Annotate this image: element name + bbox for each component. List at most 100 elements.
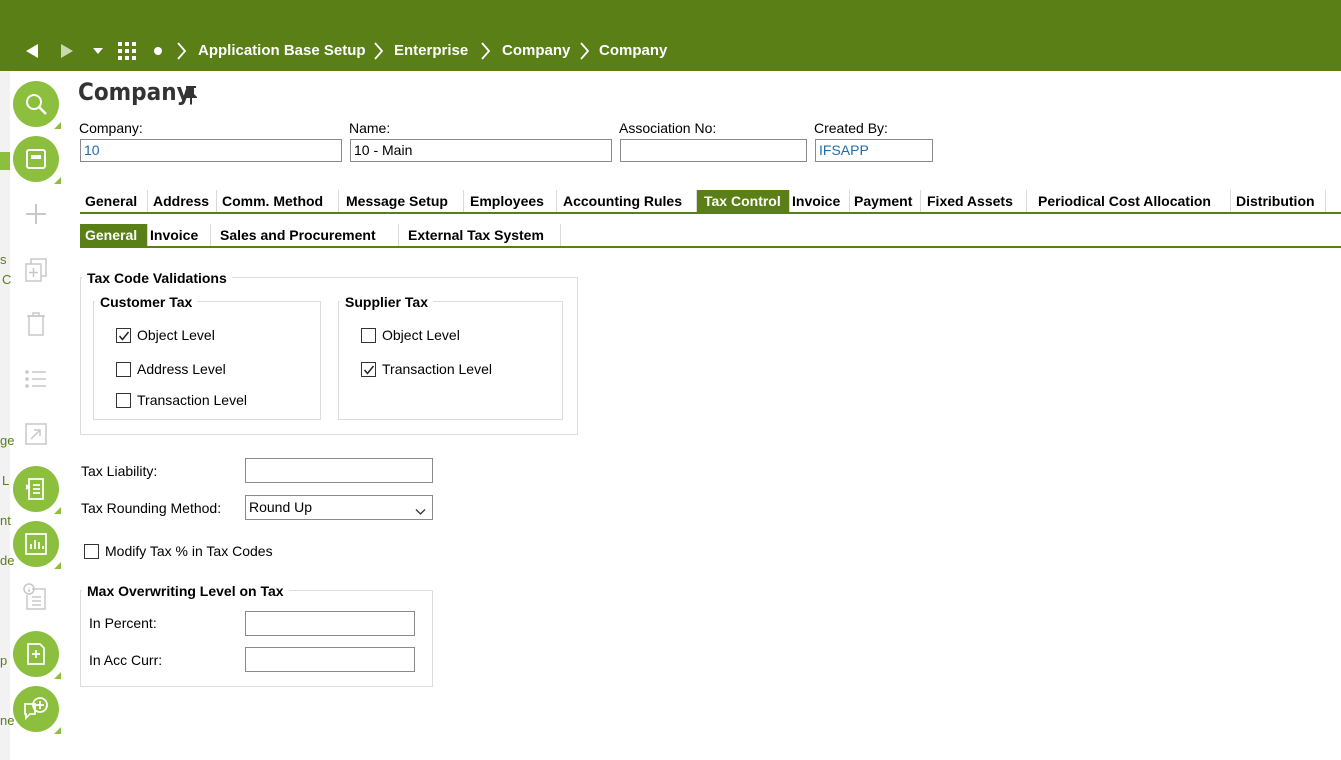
tab-payment[interactable]: Payment bbox=[850, 190, 921, 212]
supplier-tax-title: Supplier Tax bbox=[340, 294, 433, 310]
search-button[interactable] bbox=[13, 81, 61, 129]
details-button[interactable] bbox=[13, 466, 61, 514]
bar-chart-icon bbox=[25, 533, 47, 555]
association-no-label: Association No: bbox=[619, 120, 717, 136]
duplicate-button[interactable] bbox=[22, 256, 50, 284]
search-icon bbox=[26, 94, 47, 115]
chevron-right-icon bbox=[579, 42, 590, 65]
trash-icon bbox=[27, 312, 45, 336]
tab-employees[interactable]: Employees bbox=[464, 190, 557, 212]
tab-periodical-cost-allocation[interactable]: Periodical Cost Allocation bbox=[1027, 190, 1231, 212]
open-link-icon bbox=[25, 423, 47, 445]
cut-off-text: nt bbox=[0, 513, 11, 528]
add-document-icon bbox=[27, 643, 45, 665]
created-by-label: Created By: bbox=[814, 120, 888, 136]
customer-transaction-level-label: Transaction Level bbox=[137, 392, 247, 408]
apps-grid-icon[interactable] bbox=[117, 38, 137, 64]
pin-icon[interactable] bbox=[182, 85, 200, 108]
tax-rounding-method-select[interactable]: Round Up bbox=[245, 495, 433, 520]
chevron-right-icon bbox=[480, 42, 491, 65]
breadcrumb-item[interactable]: Company bbox=[502, 42, 570, 59]
tab-address[interactable]: Address bbox=[148, 190, 217, 212]
back-icon[interactable] bbox=[24, 38, 40, 64]
supplier-transaction-level-label: Transaction Level bbox=[382, 361, 492, 377]
max-overwriting-group bbox=[80, 590, 433, 687]
new-document-button[interactable] bbox=[13, 631, 61, 679]
open-link-button[interactable] bbox=[22, 420, 50, 448]
tab-underline bbox=[80, 212, 1341, 214]
in-acc-curr-field[interactable] bbox=[245, 647, 415, 672]
delete-button[interactable] bbox=[22, 310, 50, 338]
info-document-icon bbox=[23, 583, 46, 610]
tax-liability-field[interactable] bbox=[245, 458, 433, 483]
modify-tax-checkbox[interactable] bbox=[84, 544, 99, 559]
breadcrumb-item[interactable]: Company bbox=[599, 42, 667, 59]
company-label: Company: bbox=[79, 120, 143, 136]
chevron-right-icon bbox=[373, 42, 384, 65]
tab-accounting-rules[interactable]: Accounting Rules bbox=[557, 190, 697, 212]
company-field[interactable]: 10 bbox=[80, 139, 342, 162]
list-icon bbox=[25, 370, 46, 388]
tab-invoice[interactable]: Invoice bbox=[790, 190, 850, 212]
supplier-object-level-checkbox[interactable] bbox=[361, 328, 376, 343]
tax-liability-label: Tax Liability: bbox=[81, 463, 158, 479]
created-by-field[interactable]: IFSAPP bbox=[815, 139, 933, 162]
name-label: Name: bbox=[349, 120, 391, 136]
analytics-button[interactable] bbox=[13, 521, 61, 569]
home-dot-icon[interactable] bbox=[153, 38, 163, 64]
customer-tax-title: Customer Tax bbox=[95, 294, 198, 310]
subtab-external-tax-system[interactable]: External Tax System bbox=[399, 224, 561, 246]
tax-code-validations-title: Tax Code Validations bbox=[82, 270, 232, 286]
dropdown-icon[interactable] bbox=[92, 38, 104, 64]
supplier-object-level-label: Object Level bbox=[382, 327, 460, 343]
customer-address-level-checkbox[interactable] bbox=[116, 362, 131, 377]
comments-button[interactable] bbox=[13, 686, 61, 734]
top-bar: Application Base Setup Enterprise Compan… bbox=[0, 0, 1341, 71]
tax-rounding-method-value: Round Up bbox=[249, 499, 313, 515]
page-title: Company bbox=[78, 78, 191, 106]
chevron-right-icon bbox=[176, 42, 187, 65]
left-panel-marker bbox=[0, 152, 10, 170]
cut-off-text: p bbox=[0, 653, 8, 668]
customer-transaction-level-checkbox[interactable] bbox=[116, 393, 131, 408]
tab-general[interactable]: General bbox=[80, 190, 148, 212]
name-field[interactable]: 10 - Main bbox=[350, 139, 612, 162]
customer-object-level-checkbox[interactable] bbox=[116, 328, 131, 343]
subtab-underline bbox=[80, 246, 1341, 248]
supplier-transaction-level-checkbox[interactable] bbox=[361, 362, 376, 377]
max-overwriting-title: Max Overwriting Level on Tax bbox=[82, 583, 289, 599]
in-percent-field[interactable] bbox=[245, 611, 415, 636]
form-view-button[interactable] bbox=[13, 136, 61, 184]
tax-rounding-method-label: Tax Rounding Method: bbox=[81, 500, 222, 516]
breadcrumb-item[interactable]: Application Base Setup bbox=[198, 42, 366, 59]
form-view-icon bbox=[26, 149, 46, 169]
in-percent-label: In Percent: bbox=[89, 615, 157, 631]
customer-address-level-label: Address Level bbox=[137, 361, 226, 377]
document-list-icon bbox=[25, 478, 44, 500]
association-no-field[interactable] bbox=[620, 139, 807, 162]
subtab-sales-and-procurement[interactable]: Sales and Procurement bbox=[211, 224, 399, 246]
subtab-general[interactable]: General bbox=[80, 224, 148, 246]
forward-icon[interactable] bbox=[59, 38, 75, 64]
check-icon bbox=[363, 365, 374, 375]
tab-tax-control[interactable]: Tax Control bbox=[697, 190, 790, 212]
modify-tax-label: Modify Tax % in Tax Codes bbox=[105, 543, 273, 559]
subtab-invoice[interactable]: Invoice bbox=[148, 224, 211, 246]
tab-message-setup[interactable]: Message Setup bbox=[339, 190, 464, 212]
tab-comm-method[interactable]: Comm. Method bbox=[217, 190, 339, 212]
cut-off-text: ne bbox=[0, 713, 15, 728]
plus-icon bbox=[26, 204, 46, 224]
duplicate-icon bbox=[25, 258, 47, 282]
chevron-down-icon bbox=[415, 503, 426, 519]
customer-object-level-label: Object Level bbox=[137, 327, 215, 343]
cut-off-text: ge bbox=[0, 433, 15, 448]
breadcrumb-item[interactable]: Enterprise bbox=[394, 42, 468, 59]
cut-off-text: L bbox=[2, 473, 10, 488]
cut-off-text: C bbox=[2, 272, 12, 287]
add-comment-icon bbox=[24, 697, 48, 721]
add-button[interactable] bbox=[22, 200, 50, 228]
tab-fixed-assets[interactable]: Fixed Assets bbox=[921, 190, 1027, 212]
info-button[interactable] bbox=[22, 583, 50, 611]
list-button[interactable] bbox=[22, 365, 50, 393]
tab-distribution[interactable]: Distribution bbox=[1231, 190, 1326, 212]
